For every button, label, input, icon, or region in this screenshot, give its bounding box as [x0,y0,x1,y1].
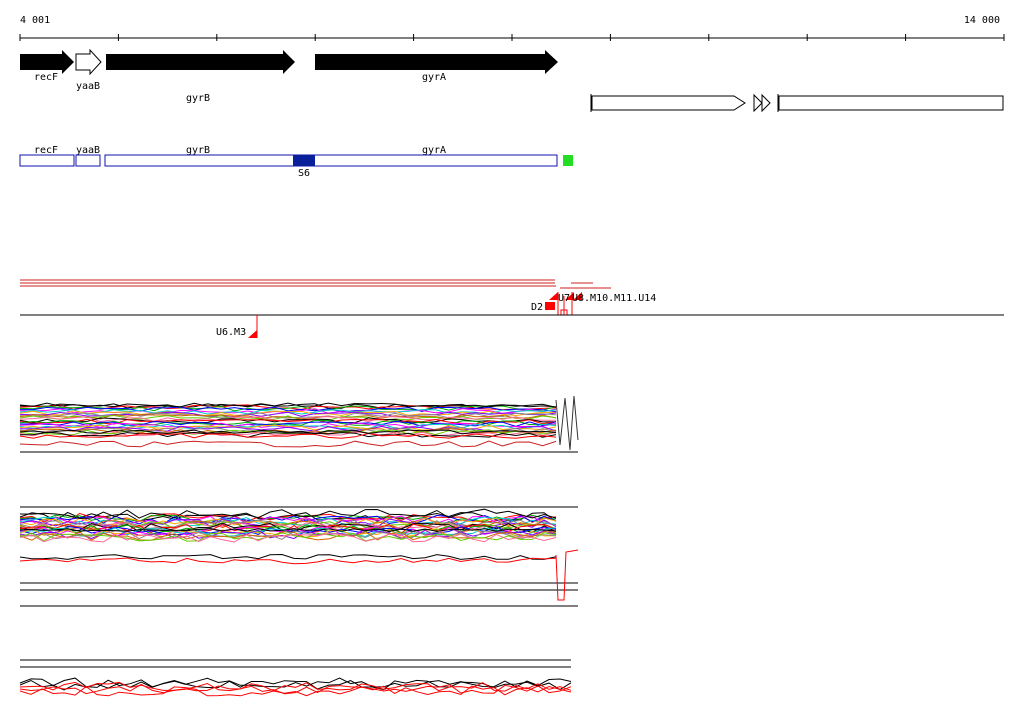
gene-arrow-recF[interactable] [20,50,74,74]
gene-box-unlabeled-4[interactable] [778,95,1004,111]
gene-label-yaaB: yaaB [76,81,100,92]
cds-green-tag[interactable] [563,155,573,166]
cds-track: recF yaaB gyrB gyrA S6 [19,145,573,179]
genome-canvas: 4 001 14 000 recF yaaB gyrB gyrA recF ya… [19,15,1005,697]
signal-2-dip [555,549,579,601]
gene-label-recF: recF [34,72,58,83]
probe-label-overlap: U8.M10.M11.U14 [572,293,656,304]
probe-label-D2: D2 [531,302,543,313]
probe-marker-D2[interactable] [545,302,555,310]
cds-label-gyrB: gyrB [186,145,210,156]
coordinate-ruler: 4 001 14 000 [19,15,1005,41]
gene-label-gyrB: gyrB [186,93,210,104]
cds-label-recF: recF [34,145,58,156]
signal-1-spike [555,395,579,451]
signal-track-3 [19,659,572,697]
cds-box-gyrBA[interactable] [104,154,558,167]
signal-2-lower-red [19,557,557,565]
cds-marker-S6[interactable] [293,155,315,166]
signal-track-1 [19,395,579,453]
cds-marker-label: S6 [298,168,310,179]
gene-arrow-unlabeled-1[interactable] [591,95,746,111]
probe-track: D2 U7 U8.M10.M11.U14 U6.M3 [20,279,1004,338]
cds-label-yaaB: yaaB [76,145,100,156]
gene-arrow-unlabeled-2[interactable] [753,93,763,113]
probe-flag-U6M3[interactable] [248,330,257,338]
ruler-end-label: 14 000 [964,15,1000,26]
cds-label-gyrA: gyrA [422,145,446,156]
probe-label-U6M3: U6.M3 [216,327,246,338]
genome-browser-view: 4 001 14 000 recF yaaB gyrB gyrA recF ya… [0,0,1024,714]
cds-box-yaaB[interactable] [75,154,101,167]
gene-arrow-gyrB[interactable] [106,50,295,74]
signal-1-red [19,440,557,448]
cds-box-recF[interactable] [19,154,75,167]
ruler-start-label: 4 001 [20,15,50,26]
gene-arrow-gyrA[interactable] [315,50,558,74]
gene-track: recF yaaB gyrB gyrA [20,48,1004,113]
probe-label-U7: U7 [558,293,570,304]
gene-arrow-yaaB[interactable] [75,48,102,76]
signal-track-2 [19,506,579,607]
probe-flag-1[interactable] [549,292,558,300]
signal-2-lower-black [19,553,557,560]
gene-arrow-unlabeled-3[interactable] [761,93,771,113]
gene-label-gyrA: gyrA [422,72,446,83]
